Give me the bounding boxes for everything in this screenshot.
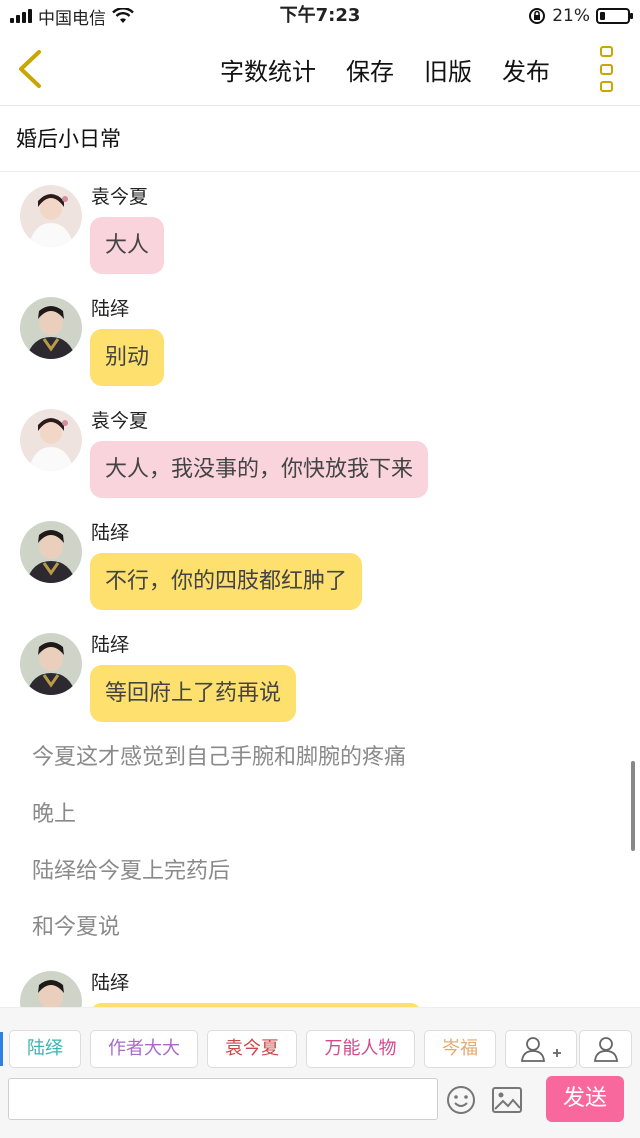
word-count-button[interactable]: 字数统计 [220, 52, 316, 87]
speaker-name: 袁今夏 [91, 410, 149, 432]
old-version-button[interactable]: 旧版 [424, 52, 472, 87]
input-bar: 发送 [0, 1076, 640, 1138]
add-person-icon [521, 1037, 561, 1062]
more-menu-button[interactable] [600, 46, 616, 92]
character-chip-yuan-jinxia[interactable]: 袁今夏 [207, 1030, 297, 1068]
toolbar-actions: 字数统计 保存 旧版 发布 [220, 32, 550, 106]
orientation-lock-icon [529, 8, 546, 24]
more-dot [600, 46, 613, 57]
battery-icon [596, 8, 633, 24]
avatar-yuan-jinxia[interactable] [20, 185, 82, 247]
speaker-name: 袁今夏 [91, 186, 149, 208]
speaker-name: 陆绎 [91, 522, 130, 544]
message-bubble[interactable]: 大人 [90, 217, 165, 274]
message-input[interactable] [8, 1078, 438, 1120]
avatar-yuan-jinxia[interactable] [20, 409, 82, 471]
editor-toolbar: 字数统计 保存 旧版 发布 [0, 32, 640, 106]
emoji-button[interactable] [445, 1084, 477, 1116]
message-bubble[interactable]: 不行，你的四肢都红肿了 [90, 553, 363, 610]
add-character-button[interactable] [505, 1030, 577, 1068]
publish-button[interactable]: 发布 [502, 52, 550, 87]
chat-area[interactable]: 袁今夏 大人 陆绎 别动 袁今夏 大人，我没事的，你快放我下来 陆绎 不行，你的… [0, 173, 640, 1007]
send-button[interactable]: 发送 [546, 1076, 624, 1122]
avatar-lu-yi[interactable] [20, 633, 82, 695]
message-bubble[interactable]: 别动 [90, 329, 165, 386]
selector-accent [0, 1032, 3, 1066]
character-selector: 陆绎 作者大大 袁今夏 万能人物 岑福 [0, 1007, 640, 1081]
narration-line[interactable]: 和今夏说 [32, 913, 120, 943]
back-button[interactable] [10, 44, 50, 94]
character-manage-button[interactable] [579, 1030, 632, 1068]
status-right: 21% [528, 4, 633, 28]
smiley-icon [447, 1086, 475, 1114]
avatar-lu-yi[interactable] [20, 521, 82, 583]
avatar-lu-yi[interactable] [20, 297, 82, 359]
character-chip-universal[interactable]: 万能人物 [306, 1030, 415, 1068]
narration-line[interactable]: 陆绎给今夏上完药后 [32, 857, 230, 887]
character-chip-cen-fu[interactable]: 岑福 [424, 1030, 496, 1068]
insert-image-button[interactable] [491, 1085, 523, 1115]
message-bubble[interactable]: 大人，我没事的，你快放我下来 [90, 441, 429, 498]
more-dot [600, 81, 613, 92]
save-button[interactable]: 保存 [346, 52, 394, 87]
message-bubble[interactable]: 等回府上了药再说 [90, 665, 297, 722]
narration-line[interactable]: 今夏这才感觉到自己手腕和脚腕的疼痛 [32, 743, 406, 773]
narration-line[interactable]: 晚上 [32, 800, 76, 830]
person-icon [593, 1037, 618, 1062]
character-chip-author[interactable]: 作者大大 [90, 1030, 198, 1068]
character-chip-lu-yi[interactable]: 陆绎 [9, 1030, 81, 1068]
story-title[interactable]: 婚后小日常 [0, 106, 640, 172]
chevron-left-icon [19, 50, 41, 88]
image-icon [492, 1087, 522, 1113]
avatar-lu-yi[interactable] [20, 971, 82, 1007]
speaker-name: 陆绎 [91, 298, 130, 320]
scrollbar-thumb[interactable] [631, 761, 635, 851]
status-bar: 中国电信 下午7:23 21% [0, 0, 640, 32]
speaker-name: 陆绎 [91, 972, 130, 994]
battery-percent: 21% [552, 6, 590, 26]
speaker-name: 陆绎 [91, 634, 130, 656]
more-dot [600, 63, 613, 75]
